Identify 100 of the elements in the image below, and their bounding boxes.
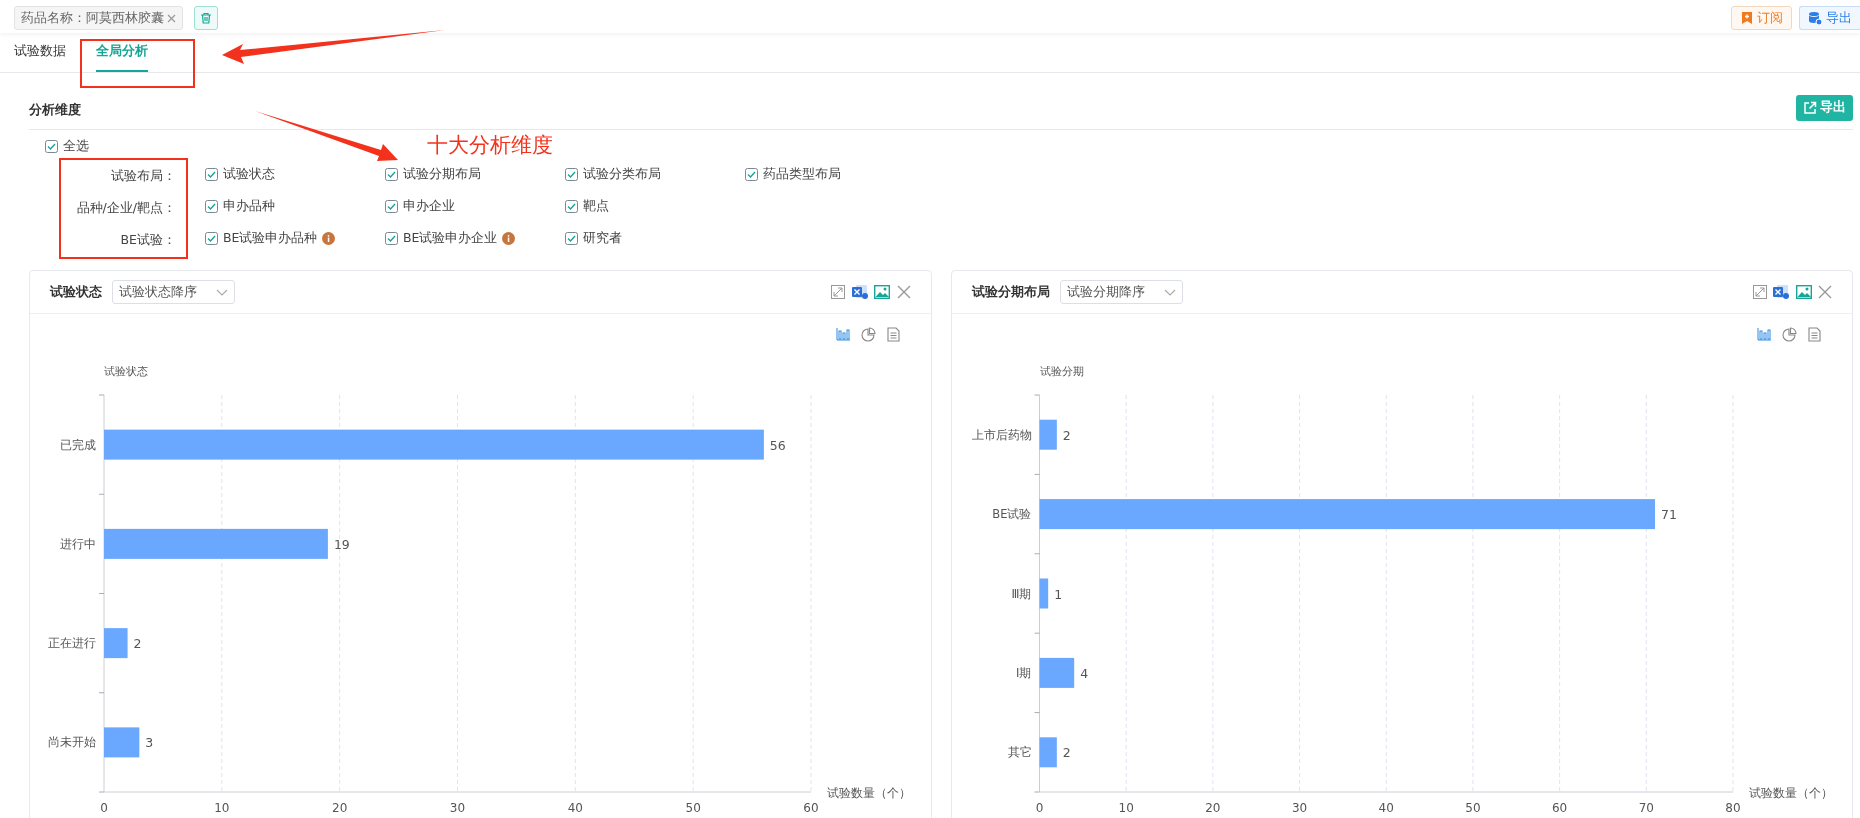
tick-label: 60 [803,801,819,815]
bookmark-icon [1740,11,1754,25]
value-label: 2 [1062,427,1071,443]
close-button[interactable] [896,285,911,299]
tick-label: 80 [1724,801,1741,815]
tick-label: 10 [1118,801,1134,815]
select-all-checkbox[interactable]: 全选 [45,136,89,156]
group-label: 试验布局： [110,166,176,185]
value-label: 2 [133,636,142,652]
dimension-option[interactable]: 试验分类布局 [565,165,661,185]
caret-icon [216,288,228,296]
category-label: Ⅰ期 [1015,665,1031,680]
tick-label: 50 [685,801,701,815]
spreadsheet-button[interactable] [851,284,868,300]
tick-label: 60 [1551,801,1567,815]
dimension-option[interactable]: 靶点 [565,197,609,217]
tab[interactable]: 试验数据 [14,32,66,72]
category-label: Ⅲ期 [1011,586,1031,601]
external-link-icon [1802,100,1817,115]
spreadsheet-button[interactable] [1773,284,1789,300]
caret-icon [1163,288,1176,296]
dimension-option[interactable]: 试验分期布局 [385,165,481,185]
close-icon [167,13,177,23]
pie-chart-icon [1782,326,1797,342]
delete-button[interactable] [194,6,219,30]
checkbox[interactable] [745,168,758,182]
image-icon [874,284,890,300]
sort-dropdown[interactable]: 试验状态降序 [112,280,235,304]
document-icon [885,326,901,342]
value-label: 71 [1660,507,1677,523]
database-icon [1807,10,1823,26]
bar [104,727,140,758]
category-label: 进行中 [60,536,96,551]
dimension-option[interactable]: 试验状态 [205,165,275,185]
dimension-option[interactable]: 申办企业 [385,197,455,217]
value-label: 19 [333,536,350,552]
bar [1039,578,1048,609]
annotation-caption: 十大分析维度 [427,133,553,159]
dimension-option[interactable]: 药品类型布局 [745,165,841,185]
image-button[interactable] [1795,284,1812,300]
value-label: 1 [1053,586,1062,602]
close-icon [896,285,911,299]
bar [1039,657,1074,688]
tick-label: 10 [214,801,230,815]
category-label: 其它 [1007,745,1031,760]
category-label: 正在进行 [48,636,96,651]
document-icon [1807,326,1822,342]
checkbox[interactable] [385,168,398,182]
bar [104,628,128,659]
value-label: 2 [1062,745,1071,761]
tick-label: 20 [1204,801,1220,815]
image-icon [1795,284,1812,300]
image-button[interactable] [874,284,890,300]
category-label: 尚未开始 [48,735,96,750]
bar-chart-icon [1757,326,1772,342]
section-title: 分析维度 [29,101,81,120]
filter-tag[interactable]: 药品名称：阿莫西林胶囊 [14,6,184,30]
expand-icon [1752,285,1767,299]
tick-label: 50 [1464,801,1481,815]
checkbox[interactable] [205,232,218,246]
tick-label: 20 [332,801,348,815]
expand-button[interactable] [1752,285,1767,299]
close-icon [1818,285,1832,299]
tick-label: 40 [1378,801,1394,815]
checkbox[interactable] [205,200,218,214]
dimension-option[interactable]: BE试验申办品种 [205,229,336,249]
tick-label: 70 [1638,801,1654,815]
checkbox[interactable] [385,200,398,214]
sort-dropdown[interactable]: 试验分期降序 [1059,280,1183,304]
value-label: 4 [1079,665,1088,681]
group-label: BE试验： [119,230,176,249]
category-label: 已完成 [60,437,96,452]
dimension-option[interactable]: BE试验申办企业 [385,229,516,249]
checkbox[interactable] [565,232,578,246]
axis-title: 试验分期 [1039,365,1083,378]
tick-label: 30 [1291,801,1307,815]
value-label: 3 [145,735,154,751]
checkbox[interactable] [565,168,578,182]
chart-title: 试验分期布局 [971,282,1050,301]
value-label: 56 [769,437,786,453]
dimension-option[interactable]: 申办品种 [205,197,275,217]
axis-title: 试验数量（个） [1748,786,1833,800]
bar-chart-icon [835,326,851,342]
spreadsheet-icon [1773,284,1789,300]
close-button[interactable] [1818,285,1832,299]
chart-title: 试验状态 [50,282,102,301]
tick-label: 0 [1035,801,1043,815]
axis-title: 试验数量（个） [827,786,911,800]
expand-icon [831,285,845,299]
expand-button[interactable] [831,285,845,299]
category-label: 上市后药物 [971,427,1031,442]
category-label: BE试验 [991,507,1031,522]
checkbox[interactable] [45,139,58,153]
checkbox[interactable] [385,232,398,246]
checkbox[interactable] [205,168,218,182]
tick-label: 0 [100,801,108,815]
checkbox[interactable] [565,200,578,214]
pie-chart-icon [860,326,876,342]
dimension-option[interactable]: 研究者 [565,229,622,249]
export-button[interactable]: 导出 [1798,6,1860,30]
